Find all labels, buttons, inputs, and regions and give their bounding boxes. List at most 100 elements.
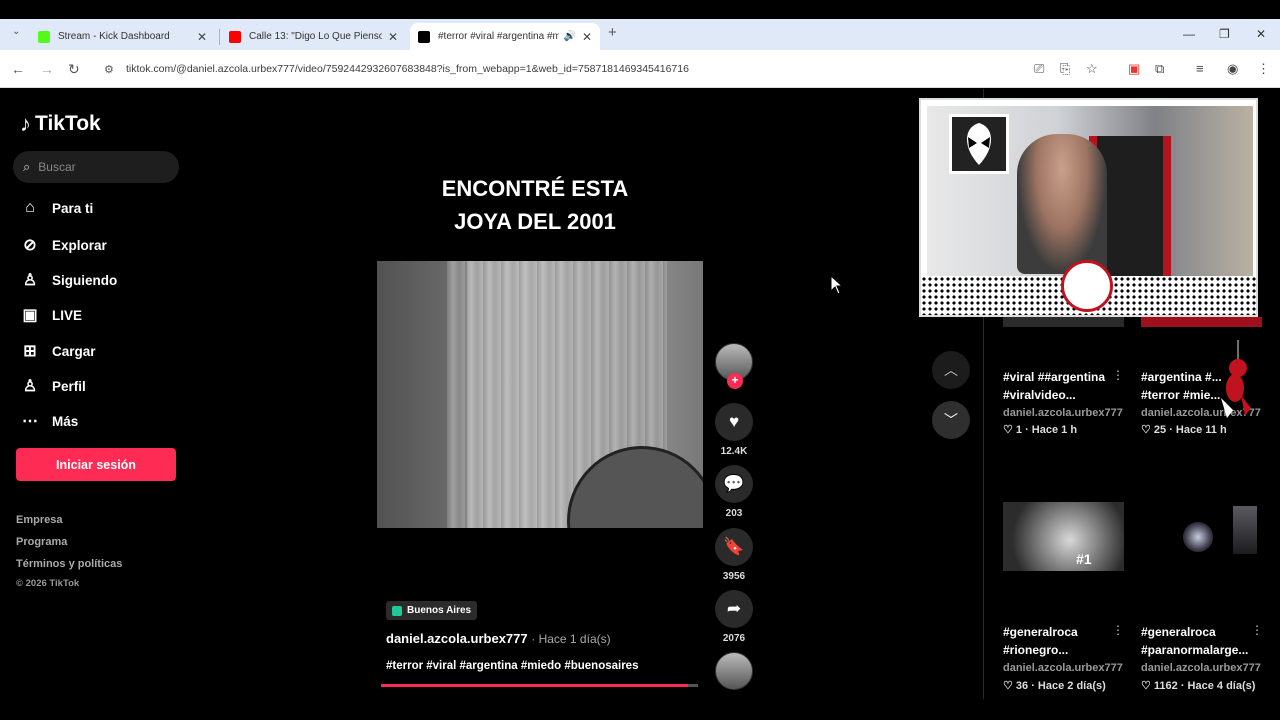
nav-label: Más [52, 413, 79, 429]
related-author[interactable]: daniel.azcola.urbex777 [1003, 407, 1123, 419]
related-title-line: #generalroca [1141, 625, 1216, 639]
tab-kick[interactable]: Stream - Kick Dashboard ✕ [30, 23, 215, 50]
footer-link-empresa[interactable]: Empresa [16, 514, 62, 526]
nav-item-live[interactable]: ▣ LIVE [20, 305, 82, 325]
spiderman-figure [1221, 340, 1251, 418]
close-tab-icon[interactable]: ✕ [582, 30, 592, 44]
video-author: daniel.azcola.urbex777 · Hace 1 día(s) [386, 631, 611, 646]
streamer [1017, 134, 1107, 274]
related-title[interactable]: #generalroca #rionegro... [1003, 623, 1118, 659]
video-overlay-title: ENCONTRÉ ESTA JOYA DEL 2001 [377, 172, 693, 238]
nav-label: Siguiendo [52, 272, 118, 288]
heart-icon: ♥ [728, 412, 740, 431]
tab-strip: ⌄ Stream - Kick Dashboard ✕ Calle 13: "D… [0, 19, 1280, 50]
kick-icon [38, 30, 50, 43]
author-name[interactable]: daniel.azcola.urbex777 [386, 631, 528, 646]
nav-label: Cargar [52, 343, 96, 359]
nav-item-explorar[interactable]: ⊘ Explorar [20, 235, 107, 255]
speaker-icon[interactable]: 🔊 [563, 31, 575, 42]
extension-icon[interactable]: ▣ [1128, 61, 1140, 77]
nav-label: Perfil [52, 378, 86, 394]
nav-item-mas[interactable]: ⋯ Más [20, 411, 78, 431]
tab-tiktok[interactable]: #terror #viral #argentina #miedo 🔊 ✕ [410, 23, 600, 50]
address-bar: ← → ↻ ⚙ tiktok.com/@daniel.azcola.urbex7… [0, 50, 1280, 88]
tab-title: Calle 13: "Digo Lo Que Pienso" [249, 31, 382, 42]
translate-icon[interactable]: ⎘ [1060, 61, 1070, 77]
sound-avatar[interactable] [715, 652, 753, 690]
next-video-button[interactable]: ﹀ [932, 401, 970, 439]
back-icon[interactable]: ← [11, 61, 25, 77]
related-thumb-partial [1141, 317, 1262, 327]
like-button[interactable]: ♥ [715, 403, 753, 441]
bookmark-star-icon[interactable]: ☆ [1086, 61, 1098, 77]
forward-icon[interactable]: → [40, 61, 54, 77]
save-button[interactable]: 🔖 [715, 528, 753, 566]
cast-icon[interactable]: ⎚ [1034, 61, 1044, 77]
related-stats: ♡ 1 · Hace 1 h [1003, 424, 1078, 436]
previous-video-button[interactable]: ︿ [932, 351, 970, 389]
profile-icon[interactable]: ◉ [1227, 61, 1238, 77]
tab-youtube[interactable]: Calle 13: "Digo Lo Que Pienso" ✕ [221, 23, 406, 50]
more-options-icon[interactable]: ⋮ [1112, 623, 1124, 637]
more-options-icon[interactable]: ⋮ [1112, 368, 1124, 382]
related-stats: ♡ 36 · Hace 2 día(s) [1003, 680, 1106, 692]
related-title-line: #viralvideo... [1003, 388, 1076, 402]
share-button[interactable]: ➦ [715, 590, 753, 628]
profile-icon: ♙ [22, 378, 38, 395]
home-icon: ⌂ [25, 199, 35, 216]
related-author[interactable]: daniel.azcola.urbex777 [1141, 662, 1261, 674]
close-tab-icon[interactable]: ✕ [388, 30, 398, 44]
nav-item-perfil[interactable]: ♙ Perfil [20, 376, 86, 396]
youtube-icon [229, 30, 241, 43]
related-author[interactable]: daniel.azcola.urbex777 [1003, 662, 1123, 674]
nav-label: Para ti [52, 200, 94, 216]
extensions-puzzle-icon[interactable]: ⧉ [1155, 61, 1164, 77]
search-placeholder: Buscar [38, 160, 76, 174]
nav-item-para-ti[interactable]: ⌂ Para ti [20, 199, 93, 217]
video-progress-bar[interactable] [381, 684, 698, 687]
browser-chrome: ⌄ Stream - Kick Dashboard ✕ Calle 13: "D… [0, 0, 1280, 89]
footer-link-programa[interactable]: Programa [16, 536, 67, 548]
nav-item-cargar[interactable]: ⊞ Cargar [20, 341, 96, 361]
related-title[interactable]: #viral ##argentina #viralvideo... [1003, 368, 1118, 404]
search-icon: ⌕ [23, 159, 31, 174]
related-thumbnail[interactable] [1141, 502, 1262, 571]
site-info-icon[interactable]: ⚙ [104, 63, 114, 76]
close-tab-icon[interactable]: ✕ [197, 30, 207, 44]
related-stats: ♡ 1162 · Hace 4 día(s) [1141, 680, 1256, 692]
url-input[interactable]: tiktok.com/@daniel.azcola.urbex777/video… [126, 63, 689, 75]
new-tab-icon[interactable]: + [608, 24, 617, 41]
location-chip[interactable]: Buenos Aires [386, 601, 478, 620]
close-window-icon[interactable]: ✕ [1256, 27, 1266, 41]
tab-search-icon[interactable]: ⌄ [12, 26, 20, 37]
more-options-icon[interactable]: ⋮ [1251, 623, 1263, 637]
minimize-icon[interactable]: — [1183, 27, 1195, 41]
nav-item-siguiendo[interactable]: ♙ Siguiendo [20, 270, 117, 290]
following-icon: ♙ [22, 272, 38, 289]
video-player[interactable] [377, 261, 703, 528]
related-title[interactable]: #generalroca #paranormalarge... [1141, 623, 1256, 659]
comment-count: 203 [725, 508, 743, 519]
share-icon: ➦ [726, 599, 742, 618]
search-input[interactable]: ⌕ Buscar [13, 151, 179, 183]
webcam-overlay [919, 98, 1258, 317]
follow-plus-icon[interactable]: + [727, 373, 743, 389]
comment-button[interactable]: 💬 [715, 465, 753, 503]
footer-link-terminos[interactable]: Términos y políticas [16, 558, 122, 570]
bookmark-icon: 🔖 [723, 537, 745, 556]
like-count: 12.4K [720, 446, 748, 457]
nav-label: LIVE [52, 307, 83, 323]
more-icon: ⋯ [22, 413, 38, 430]
reload-icon[interactable]: ↻ [68, 61, 80, 78]
location-pin-icon [392, 605, 402, 616]
video-hashtags[interactable]: #terror #viral #argentina #miedo #buenos… [386, 660, 638, 672]
tiktok-icon [418, 30, 430, 43]
menu-kebab-icon[interactable]: ⋮ [1257, 61, 1270, 77]
compass-icon: ⊘ [23, 237, 37, 254]
restore-icon[interactable]: ❐ [1219, 27, 1230, 41]
nav-label: Explorar [52, 237, 107, 253]
login-button[interactable]: Iniciar sesión [16, 448, 176, 481]
related-thumbnail[interactable] [1003, 502, 1124, 571]
media-control-icon[interactable]: ≡ [1196, 61, 1204, 76]
tiktok-logo[interactable]: ♪ TikTok [20, 111, 101, 137]
